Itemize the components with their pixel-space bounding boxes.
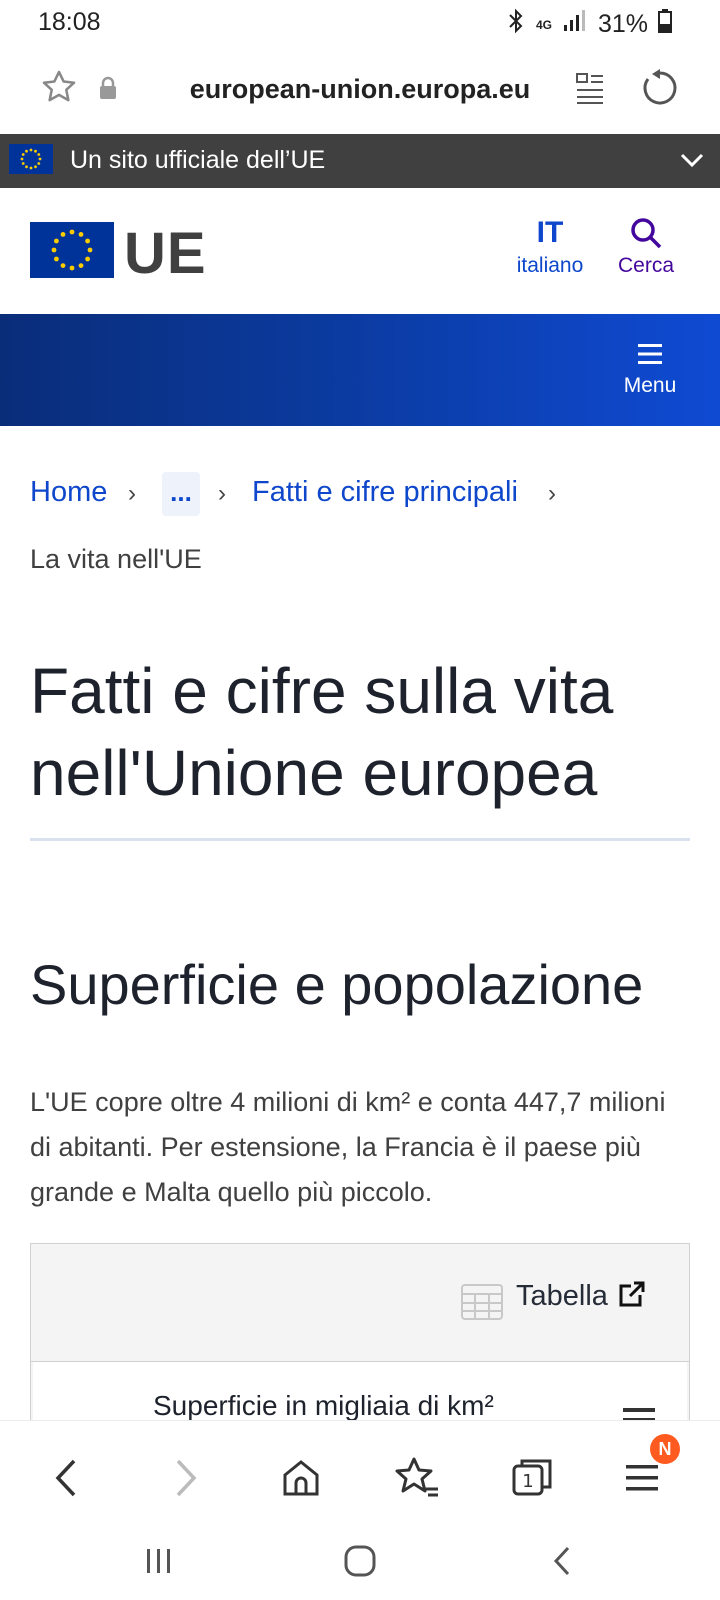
chevron-down-icon[interactable]	[680, 150, 704, 175]
forward-icon[interactable]	[160, 1453, 210, 1503]
network-type: 4G	[535, 17, 552, 32]
status-time: 18:08	[38, 8, 101, 36]
official-site-banner[interactable]: Un sito ufficiale dell’UE	[0, 134, 720, 188]
notification-badge: N	[650, 1434, 680, 1464]
bookmarks-icon[interactable]	[392, 1453, 442, 1503]
breadcrumb-current: La vita nell'UE	[30, 544, 202, 574]
menu-button[interactable]: Menu	[604, 342, 696, 398]
status-icons: 4G 31%	[506, 8, 672, 41]
site-header: UE IT italiano Cerca	[0, 188, 720, 315]
browser-bottom-nav: 1	[0, 1420, 720, 1533]
signal-icon	[562, 9, 588, 40]
language-code: IT	[536, 216, 564, 249]
search-icon	[606, 216, 686, 250]
navigation-band: Menu	[0, 314, 720, 426]
system-back-icon[interactable]	[548, 1544, 578, 1583]
hamburger-icon	[604, 342, 696, 368]
reload-icon[interactable]	[640, 68, 680, 113]
breadcrumb-home-link[interactable]: Home	[30, 476, 107, 509]
search-button[interactable]: Cerca	[606, 216, 686, 278]
table-icon	[461, 1284, 503, 1325]
title-divider	[30, 838, 690, 841]
section-intro: L'UE copre oltre 4 milioni di km² e cont…	[30, 1087, 666, 1207]
chevron-right-icon: ›	[218, 480, 226, 507]
menu-label: Menu	[623, 374, 677, 397]
battery-percent: 31%	[597, 10, 648, 38]
home-icon[interactable]	[276, 1453, 326, 1503]
tabs-count: 1	[522, 1471, 533, 1492]
search-label: Cerca	[617, 254, 675, 277]
breadcrumb-ellipsis-button[interactable]: ...	[162, 472, 200, 516]
bluetooth-icon	[506, 8, 526, 41]
site-logo-text[interactable]: UE	[124, 220, 207, 287]
table-caption: Superficie in migliaia di km²	[153, 1390, 494, 1421]
language-label: italiano	[516, 254, 584, 277]
chevron-right-icon: ›	[548, 480, 556, 507]
tabs-icon[interactable]: 1	[508, 1453, 558, 1503]
section-title: Superficie e popolazione	[30, 953, 644, 1016]
data-table-widget: Tabella Superficie in migliaia di km²	[30, 1243, 690, 1432]
status-bar: 18:08 4G 31%	[0, 0, 720, 46]
url-text[interactable]: european-union.europa.eu	[0, 74, 720, 105]
battery-icon	[658, 9, 672, 40]
system-home-icon[interactable]	[343, 1544, 377, 1583]
table-toolbar: Tabella	[31, 1244, 689, 1362]
language-selector-button[interactable]: IT italiano	[505, 216, 595, 278]
official-banner-text: Un sito ufficiale dell’UE	[70, 146, 326, 174]
back-icon[interactable]	[42, 1453, 92, 1503]
breadcrumb-facts-link[interactable]: Fatti e cifre principali	[252, 476, 518, 509]
external-link-icon[interactable]	[618, 1280, 646, 1313]
recent-apps-icon[interactable]	[144, 1546, 174, 1581]
eu-logo-flag-icon[interactable]	[30, 222, 114, 283]
eu-flag-small-icon	[9, 144, 53, 179]
chevron-right-icon: ›	[128, 480, 136, 507]
reader-mode-icon[interactable]	[575, 72, 605, 109]
table-link[interactable]: Tabella	[516, 1280, 608, 1313]
system-nav-bar	[0, 1532, 720, 1600]
page-title: Fatti e cifre sulla vita nell'Unione eur…	[30, 655, 614, 809]
browser-url-bar: european-union.europa.eu	[0, 46, 720, 134]
